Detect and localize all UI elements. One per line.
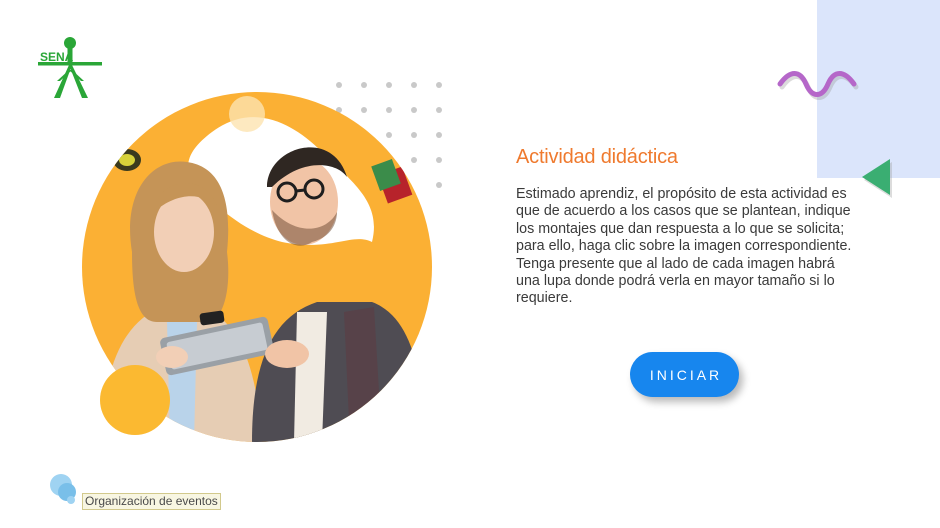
hero-image [82,92,432,442]
squiggle-decoration [777,71,859,100]
activity-description: Estimado aprendiz, el propósito de esta … [516,186,852,307]
logo-text: SENA [40,50,74,64]
sena-logo-icon: SENA [38,36,104,100]
activity-intro-screen: SENA Actividad didáctica Estimado aprend… [0,0,940,528]
tooltip-label: Organización de eventos [82,493,221,510]
start-button[interactable]: INICIAR [630,352,739,397]
speech-bubble-icon [50,474,76,504]
activity-title: Actividad didáctica [516,146,678,168]
triangle-decoration [862,159,892,198]
